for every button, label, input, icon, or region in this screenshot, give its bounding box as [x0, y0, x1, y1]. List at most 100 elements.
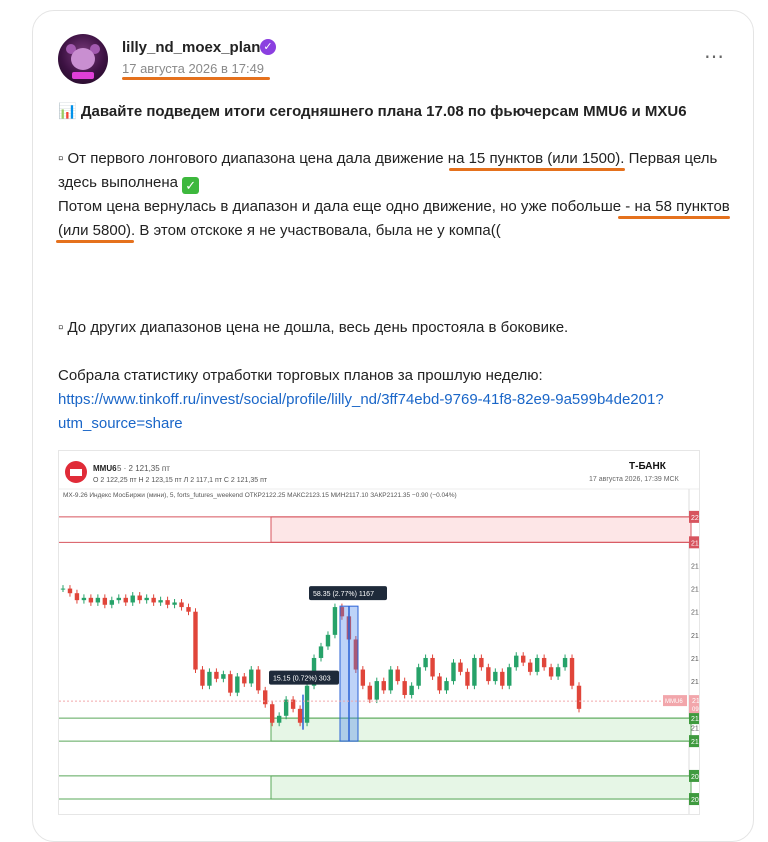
- chart-emoji-icon: 📊: [58, 103, 77, 120]
- post-title-text: Давайте подведем итоги сегодняшнего план…: [80, 103, 687, 120]
- candle-body: [228, 674, 233, 693]
- candle-body: [507, 667, 512, 686]
- verified-icon: ✓: [260, 39, 276, 55]
- chart-ohlc-line: О 2 122,25 пт Н 2 123,15 пт Л 2 117,1 пт…: [93, 477, 268, 484]
- candle-body: [263, 690, 268, 705]
- candle-body: [548, 667, 554, 677]
- candle-body: [430, 657, 435, 677]
- candle-body: [409, 685, 414, 695]
- brand-logo: Т-БАНК: [629, 461, 667, 472]
- candle-body: [165, 600, 170, 605]
- candle-body: [402, 681, 407, 695]
- candle-body: [527, 662, 533, 672]
- candle-body: [221, 674, 226, 679]
- p1-line2: здесь выполнена: [58, 174, 183, 191]
- axis-tick-label: 2110.00: [691, 725, 699, 732]
- stats-link[interactable]: https://www.tinkoff.ru/invest/social/pro…: [58, 388, 748, 412]
- candle-body: [521, 655, 526, 663]
- axis-tick-label: 2201.00: [691, 515, 699, 522]
- candle-body: [276, 715, 282, 723]
- move-label-big: 58.35 (2.77%) 1167: [313, 591, 374, 598]
- candle-body: [179, 602, 184, 608]
- candle-body: [381, 681, 386, 691]
- candle-body: [249, 669, 254, 684]
- highlight-underline: [56, 240, 134, 243]
- paragraph-3: ▫ До других диапазонов цена не дошла, ве…: [58, 319, 569, 336]
- candle-body: [486, 667, 491, 682]
- candle-body: [451, 662, 456, 682]
- highlight-underline: [618, 216, 730, 219]
- check-icon: ✓: [182, 177, 200, 194]
- post-date[interactable]: 17 августа 2026 в 17:49: [122, 61, 264, 76]
- candle-body: [423, 657, 428, 668]
- username[interactable]: lilly_nd_moex_plan: [122, 39, 260, 56]
- candle-body: [534, 657, 540, 672]
- price-chart: MMU6 5 · 2 121,35 пт О 2 122,25 пт Н 2 1…: [59, 461, 699, 814]
- candle-body: [297, 708, 303, 723]
- candle-body: [123, 597, 128, 603]
- zone-support-2: [270, 775, 692, 800]
- axis-tick-label: 2089.00: [691, 774, 699, 781]
- axis-tick-label: 2190.00: [691, 540, 699, 547]
- candle-body: [60, 588, 66, 590]
- paragraph-1: ▫ От первого лонгового диапазона цена да…: [58, 147, 748, 195]
- axis-tick-label: 2130.00: [691, 679, 699, 686]
- candle-body: [374, 681, 379, 700]
- candle-body: [562, 657, 568, 668]
- candle-body: [493, 671, 498, 682]
- axis-tick-label: 2079.00: [691, 797, 699, 804]
- candle-body: [472, 657, 477, 686]
- axis-tick-label: 2180.00: [691, 563, 699, 570]
- chart-screenshot[interactable]: MMU6 5 · 2 121,35 пт О 2 122,25 пт Н 2 1…: [58, 450, 700, 815]
- p1-text: ▫ От первого лонгового диапазона цена да…: [58, 150, 448, 167]
- candle-body: [555, 667, 561, 677]
- candle-body: [437, 676, 442, 691]
- candle-body: [214, 671, 219, 679]
- candle-body: [332, 607, 338, 635]
- candle-body: [242, 676, 247, 684]
- candle-body: [158, 600, 163, 603]
- candle-body: [367, 685, 373, 700]
- time-left-label: 09:51: [692, 707, 699, 713]
- candle-body: [269, 704, 275, 723]
- candle-body: [304, 685, 310, 723]
- price-ticker: MMU6: [665, 699, 683, 705]
- candle-body: [144, 597, 149, 601]
- chart-ohlc-header: 5 · 2 121,35 пт: [117, 464, 170, 473]
- candle-body: [81, 597, 87, 601]
- candle-body: [235, 676, 240, 693]
- candle-body: [576, 685, 582, 709]
- candle-body: [325, 634, 331, 647]
- candle-body: [479, 657, 484, 668]
- candle-body: [207, 671, 212, 686]
- candle-body: [67, 588, 73, 594]
- candle-body: [318, 646, 324, 658]
- candle-body: [95, 597, 101, 603]
- p2-text: Потом цена вернулась в диапазон и дала е…: [58, 198, 626, 215]
- paragraph-2: Потом цена вернулась в диапазон и дала е…: [58, 195, 748, 243]
- candle-body: [514, 655, 519, 668]
- candle-body: [388, 669, 393, 691]
- candle-body: [193, 611, 198, 670]
- axis-tick-label: 2160.00: [691, 610, 699, 617]
- axis-tick-label: 2114.00: [691, 716, 699, 723]
- candle-body: [130, 595, 135, 603]
- paragraph-4: Собрала статистику отработки торговых пл…: [58, 367, 543, 384]
- axis-tick-label: 2150.00: [691, 633, 699, 640]
- candle-body: [200, 669, 205, 686]
- chart-info-line: MX-9.26 Индекс МосБиржи (мини), 5, forts…: [63, 492, 457, 499]
- more-options-icon[interactable]: ⋯: [704, 44, 725, 69]
- highlight-underline: [449, 168, 625, 171]
- p2-highlight-2: (или 5800): [58, 222, 132, 239]
- candle-body: [102, 597, 108, 605]
- zone-resistance-0: [270, 516, 692, 543]
- candle-body: [283, 699, 289, 716]
- axis-tick-label: 2140.00: [691, 656, 699, 663]
- candle-body: [500, 671, 505, 686]
- candle-body: [137, 595, 142, 601]
- chart-ticker: MMU6: [93, 464, 117, 473]
- avatar[interactable]: [58, 34, 108, 84]
- stats-link-cont[interactable]: utm_source=share: [58, 412, 748, 436]
- post-title: 📊 Давайте подведем итоги сегодняшнего пл…: [58, 100, 748, 124]
- candle-body: [541, 657, 547, 668]
